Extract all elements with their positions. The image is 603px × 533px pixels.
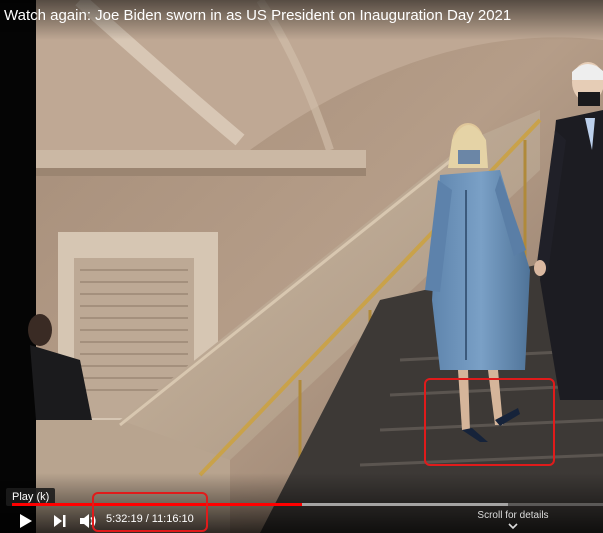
highlight-box-feet xyxy=(424,378,555,466)
next-icon xyxy=(54,515,66,527)
scroll-for-details[interactable]: Scroll for details xyxy=(466,510,560,533)
title-bar: Watch again: Joe Biden sworn in as US Pr… xyxy=(0,0,603,40)
video-title[interactable]: Watch again: Joe Biden sworn in as US Pr… xyxy=(4,7,511,24)
play-icon xyxy=(20,514,32,528)
video-player[interactable]: Watch again: Joe Biden sworn in as US Pr… xyxy=(0,0,603,533)
scroll-hint-label: Scroll for details xyxy=(477,510,549,521)
highlight-box-time xyxy=(92,492,208,532)
next-button[interactable] xyxy=(48,510,72,532)
play-button[interactable] xyxy=(14,510,38,532)
chevron-down-icon xyxy=(508,523,518,530)
